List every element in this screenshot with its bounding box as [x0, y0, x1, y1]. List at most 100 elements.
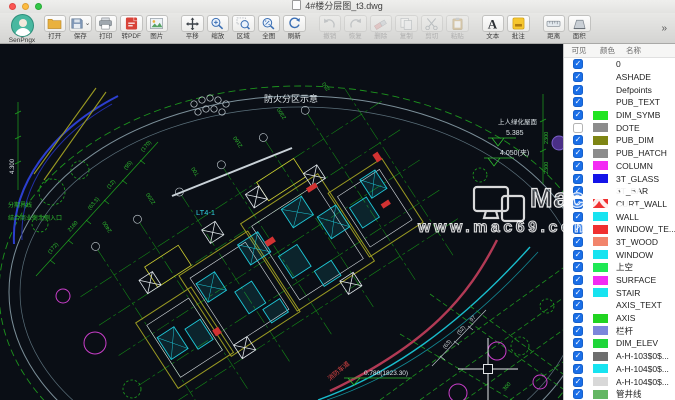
layer-color-swatch[interactable] — [593, 288, 608, 298]
layer-row[interactable]: ✓ ASHADE — [564, 71, 675, 84]
toolbar-button-refresh[interactable]: 刷新 — [282, 14, 308, 40]
layer-visible-checkbox[interactable]: ✓ — [573, 389, 583, 400]
layer-color-swatch[interactable] — [593, 338, 608, 348]
layer-visible-checkbox[interactable]: ✓ — [573, 59, 583, 70]
canvas-annotation: 4.050(夹) — [500, 148, 529, 157]
layer-row[interactable]: ✓ 3T_WOOD — [564, 236, 675, 249]
layer-row[interactable]: ✓ DIM_ELEV — [564, 337, 675, 350]
layer-visible-checkbox[interactable]: ✓ — [573, 198, 583, 209]
layer-visible-checkbox[interactable]: ✓ — [573, 72, 583, 83]
layer-row[interactable]: ✓ 管井线 — [564, 388, 675, 400]
toolbar-button-pan[interactable]: 平移 — [180, 14, 206, 40]
layer-visible-checkbox[interactable]: ✓ — [573, 363, 583, 374]
layer-color-swatch[interactable] — [593, 389, 608, 399]
layer-color-swatch[interactable] — [593, 97, 608, 107]
layer-visible-checkbox[interactable]: ✓ — [573, 287, 583, 298]
layer-row[interactable]: ✓ PUB_DIM — [564, 134, 675, 147]
layer-visible-checkbox[interactable]: ✓ — [573, 186, 583, 197]
layer-visible-checkbox[interactable]: ✓ — [573, 135, 583, 146]
layer-row[interactable]: ✓ AXIS — [564, 312, 675, 325]
layer-visible-checkbox[interactable]: ✓ — [573, 160, 583, 171]
canvas-annotation: 0.780(1823.30) — [364, 370, 408, 377]
layer-color-swatch[interactable] — [593, 377, 608, 387]
layer-color-swatch[interactable] — [593, 161, 608, 171]
toolbar-button-full[interactable]: 全图 — [256, 14, 282, 40]
layer-row[interactable]: ✓ AXIS_TEXT — [564, 299, 675, 312]
layer-visible-checkbox[interactable]: ✓ — [573, 262, 583, 273]
layer-color-swatch[interactable] — [593, 300, 608, 310]
toolbar-button-to-pdf[interactable]: 转PDF — [119, 14, 145, 40]
layer-color-swatch[interactable] — [593, 224, 608, 234]
toolbar-button-region[interactable]: 区域 — [231, 14, 257, 40]
layer-color-swatch[interactable] — [593, 326, 608, 336]
toolbar-button-distance[interactable]: 距离 — [541, 14, 567, 40]
layer-color-swatch[interactable] — [593, 174, 608, 184]
layer-color-swatch[interactable] — [593, 123, 608, 133]
layer-visible-checkbox[interactable]: ✓ — [573, 236, 583, 247]
layer-color-swatch[interactable] — [593, 110, 608, 120]
layer-visible-checkbox[interactable]: ✓ — [573, 325, 583, 336]
layer-color-swatch[interactable] — [593, 313, 608, 323]
cad-canvas[interactable]: 2400 2200 700 2160 2300 250 防火分区示意 上人绿化屋面 5.385… — [0, 44, 602, 400]
layer-row[interactable]: ✓ CURT_WALL — [564, 198, 675, 211]
layer-color-swatch[interactable] — [593, 59, 608, 69]
layer-row[interactable]: ✓ 0 — [564, 58, 675, 71]
user-account-button[interactable]: SenPngx — [4, 14, 40, 45]
layer-visible-checkbox[interactable]: ✓ — [573, 275, 583, 286]
layer-row[interactable]: ✓ COLUMN — [564, 160, 675, 173]
layer-row[interactable]: ✓ A-H-103$0$... — [564, 350, 675, 363]
layer-color-swatch[interactable] — [593, 351, 608, 361]
layer-visible-checkbox[interactable]: ✓ — [573, 148, 583, 159]
layer-visible-checkbox[interactable] — [573, 122, 583, 133]
layer-visible-checkbox[interactable]: ✓ — [573, 97, 583, 108]
layer-visible-checkbox[interactable]: ✓ — [573, 338, 583, 349]
layer-row[interactable]: ✓ Defpoints — [564, 83, 675, 96]
layer-row[interactable]: ✓ A-H-104$0$... — [564, 375, 675, 388]
layer-visible-checkbox[interactable]: ✓ — [573, 376, 583, 387]
layer-row[interactable]: ✓ PUB_HATCH — [564, 147, 675, 160]
layer-visible-checkbox[interactable]: ✓ — [573, 249, 583, 260]
layer-visible-checkbox[interactable]: ✓ — [573, 224, 583, 235]
layer-row[interactable]: DOTE — [564, 121, 675, 134]
layer-row[interactable]: ✓ WINDOW_TE... — [564, 223, 675, 236]
toolbar-button-area[interactable]: 面积 — [567, 14, 593, 40]
toolbar-button-open[interactable]: 打开 — [42, 14, 68, 40]
layer-color-swatch[interactable] — [593, 72, 608, 82]
layer-color-swatch[interactable] — [593, 186, 608, 196]
layer-row[interactable]: ✓ A-H-104$0$... — [564, 363, 675, 376]
toolbar-button-annotate[interactable]: 批注 — [506, 14, 532, 40]
layer-row[interactable]: ✓ 3T_GLASS — [564, 172, 675, 185]
layer-visible-checkbox[interactable]: ✓ — [573, 300, 583, 311]
layer-color-swatch[interactable] — [593, 275, 608, 285]
layer-row[interactable]: ✓ DIM_SYMB — [564, 109, 675, 122]
layer-color-swatch[interactable] — [593, 250, 608, 260]
layer-color-swatch[interactable] — [593, 237, 608, 247]
layer-visible-checkbox[interactable]: ✓ — [573, 211, 583, 222]
layer-color-swatch[interactable] — [593, 212, 608, 222]
toolbar-button-image[interactable]: 图片 — [144, 14, 170, 40]
layer-row[interactable]: ✓ WALL — [564, 210, 675, 223]
layer-color-swatch[interactable] — [593, 135, 608, 145]
toolbar-overflow-button[interactable]: » — [661, 23, 669, 34]
toolbar-button-zoom[interactable]: 缩放 — [205, 14, 231, 40]
layer-visible-checkbox[interactable]: ✓ — [573, 173, 583, 184]
toolbar-button-text[interactable]: A 文本 — [480, 14, 506, 40]
layer-row[interactable]: ✓ PUB_TEXT — [564, 96, 675, 109]
layer-visible-checkbox[interactable]: ✓ — [573, 84, 583, 95]
layer-visible-checkbox[interactable]: ✓ — [573, 351, 583, 362]
layer-color-swatch[interactable] — [593, 85, 608, 95]
layer-color-swatch[interactable] — [593, 148, 608, 158]
layer-color-swatch[interactable] — [593, 364, 608, 374]
layer-row[interactable]: ✓ SURFACE — [564, 274, 675, 287]
layer-visible-checkbox[interactable]: ✓ — [573, 313, 583, 324]
layer-row[interactable]: ✓ 上空 — [564, 261, 675, 274]
layer-row[interactable]: ✓ 栏杆 — [564, 324, 675, 337]
layer-color-swatch[interactable] — [593, 262, 608, 272]
toolbar-button-print[interactable]: 打印 — [93, 14, 119, 40]
layer-row[interactable]: ✓ WINDOW — [564, 248, 675, 261]
layer-color-swatch[interactable] — [593, 199, 608, 209]
layer-row[interactable]: ✓ STAIR — [564, 286, 675, 299]
toolbar-button-save[interactable]: ⌄ 保存 — [68, 14, 94, 40]
layer-row[interactable]: ✓ 3T_BAR — [564, 185, 675, 198]
layer-visible-checkbox[interactable]: ✓ — [573, 110, 583, 121]
